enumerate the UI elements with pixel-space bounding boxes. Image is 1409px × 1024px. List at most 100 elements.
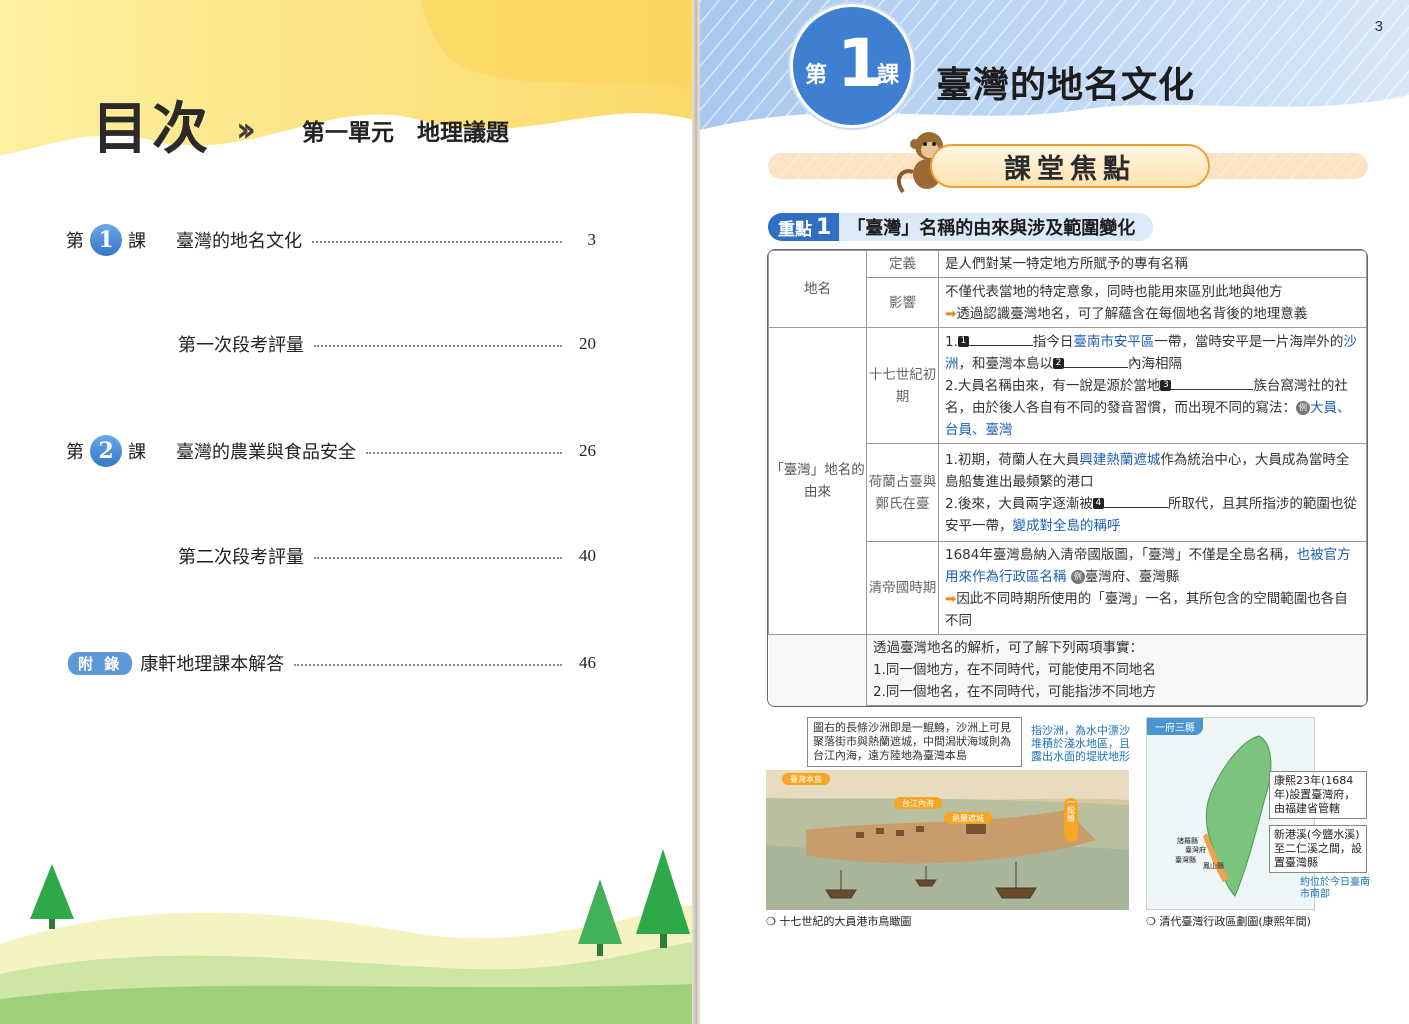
toc-item-exam-2[interactable]: 第二次段考評量 40 (178, 538, 596, 574)
example-icon: 例 (1296, 400, 1310, 415)
lesson-badge: 第 1 課 (790, 4, 914, 128)
toc-page-number: 20 (579, 334, 596, 353)
text-fragment: 內海相隔 (1128, 355, 1182, 372)
category-origin: 「臺灣」地名的由來 (768, 327, 867, 635)
fill-blank[interactable] (1064, 354, 1128, 368)
text-fragment: 2.後來，大員兩字逐漸被 (945, 495, 1093, 512)
qing-line-1: 1684年臺灣島納入清帝國版圖，「臺灣」不僅是全島名稱，也被官方用來作為行政區名… (945, 544, 1360, 588)
toc-page-number: 40 (579, 546, 596, 565)
label-zeelandia: 熱蘭遮城 (952, 813, 984, 823)
right-page: 3 第 1 課 臺灣的地名文化 課堂焦點 重點 1 「臺灣」名稱的由來與涉及範圍… (700, 0, 1409, 1024)
sub-dutch-zheng: 荷蘭占臺與鄭氏在臺 (866, 443, 939, 542)
category-placename: 地名 (768, 250, 867, 328)
lesson-number-badge: 2 (90, 435, 122, 467)
influence-text: 不僅代表當地的特定意象，同時也能用來區別此地與他方 ➡透過認識臺灣地名，可了解蘊… (938, 277, 1367, 328)
blank-marker-icon: 1 (957, 336, 969, 347)
figure1-caption-text: 十七世紀的大員港市鳥瞰圖 (779, 915, 912, 928)
toc-item-title: 臺灣的地名文化 (176, 231, 302, 252)
definition-content: 是人們對某一特定地方所賦予的專有名稱 (945, 256, 1188, 272)
influence-line-2: ➡透過認識臺灣地名，可了解蘊含在每個地名背後的地理意義 (945, 303, 1360, 325)
sub-qing: 清帝國時期 (866, 541, 939, 635)
blank-marker-icon: 2 (1053, 358, 1064, 369)
label-taiwan-prefecture: 臺灣府 (1185, 845, 1206, 854)
text-fragment: 2.大員名稱由來，有一說是源於當地 (945, 377, 1161, 394)
toc-item-lesson-2[interactable]: 第 2 課 臺灣的農業與食品安全 26 (66, 433, 596, 469)
fill-blank[interactable] (1103, 494, 1168, 508)
dutch-text: 1.初期，荷蘭人在大員興建熱蘭遮城作為統治中心，大員成為當時全島船隻進出最頻繁的… (938, 443, 1367, 542)
arrow-icon: ➡ (945, 591, 957, 607)
highlight-text: 臺南市安平區 (1073, 333, 1155, 350)
lesson-badge-prefix: 第 (805, 63, 828, 88)
map-note-1: 康熙23年(1684年)設置臺灣府，由福建省管轄 (1269, 771, 1367, 819)
lesson-number-badge: 1 (90, 224, 122, 256)
text-fragment: 因此不同時期所使用的「臺灣」一名，其所包含的空間範圍也各自不同 (945, 591, 1348, 629)
tree-icon (30, 864, 74, 929)
dot-leader (314, 345, 562, 347)
page-number: 3 (1374, 18, 1383, 35)
toc-page-number: 26 (579, 441, 596, 460)
fill-blank[interactable] (1171, 376, 1254, 390)
label-sandbar: 一鯤鯓 (1067, 798, 1076, 823)
dutch-line-2: 2.後來，大員兩字逐漸被 4 所取代，且其所指涉的範圍也從安平一帶，變成對全島的稱呼 (945, 493, 1360, 537)
text-fragment: 臺灣府、臺灣縣 (1084, 569, 1180, 585)
label-zhuluo: 諸羅縣 (1177, 836, 1198, 845)
arrow-icon: ➡ (945, 305, 957, 322)
focus-title: 課堂焦點 (930, 144, 1210, 188)
label-taijiang: 台江內海 (902, 798, 934, 808)
lesson-suffix: 課 (128, 442, 146, 463)
sub-17th-century: 十七世紀初期 (866, 327, 939, 444)
toc-page-number: 46 (579, 653, 596, 672)
figure2-caption-text: 清代臺灣行政區劃圖(康熙年間) (1159, 915, 1311, 928)
definition-text: 是人們對某一特定地方所賦予的專有名稱 (938, 250, 1367, 278)
summary-line-2: 1.同一個地方，在不同時代，可能使用不同地名 (873, 662, 1156, 678)
text-fragment: ，和臺灣本島以 (958, 355, 1054, 372)
map-note-2: 新港溪(今鹽水溪)至二仁溪之間，設置臺灣縣 (1269, 825, 1367, 873)
lesson-tag: 第 2 課 (66, 435, 146, 467)
toc-item-lesson-1[interactable]: 第 1 課 臺灣的地名文化 3 (66, 222, 596, 258)
summary-line-3: 2.同一個地名，在不同時代，可能指涉不同地方 (873, 684, 1156, 700)
toc-item-exam-1[interactable]: 第一次段考評量 20 (178, 326, 596, 362)
lesson-badge-suffix: 課 (876, 63, 899, 88)
example-icon: 例 (1070, 570, 1085, 584)
map-note-3: 約位於今日臺南市南部 (1300, 877, 1370, 900)
lesson-prefix: 第 (66, 231, 84, 252)
highlight-text: 興建熱蘭遮城 (1079, 451, 1161, 468)
summary-line-1: 透過臺灣地名的解析，可了解下列兩項事實： (873, 640, 1143, 656)
label-main-island: 臺灣本島 (790, 774, 822, 784)
toc-item-appendix[interactable]: 附 錄 康軒地理課本解答 46 (68, 645, 596, 681)
figure1-callout: 圖右的長條沙洲即是一鯤鯓，沙洲上可見聚落街市與熱蘭遮城，中間潟狀海域則為台江內海… (807, 717, 1022, 767)
map-tag: 一府三縣 (1147, 718, 1203, 735)
blank-marker-icon: 3 (1160, 380, 1172, 391)
influence-line-2-text: 透過認識臺灣地名，可了解蘊含在每個地名背後的地理意義 (956, 305, 1308, 322)
label-taiwan-county: 臺灣縣 (1175, 855, 1196, 864)
toc-page-number: 3 (587, 230, 597, 249)
dot-leader (312, 241, 562, 243)
appendix-tag: 附 錄 (68, 651, 133, 675)
toc-item-title: 第一次段考評量 (178, 335, 304, 356)
lesson-suffix: 課 (128, 231, 146, 252)
label-fengshan: 鳳山縣 (1203, 861, 1224, 870)
text-fragment: 1.初期，荷蘭人在大員 (945, 451, 1080, 468)
caption-icon: ❍ (766, 915, 780, 928)
17th-century-text: 1. 1 指今日臺南市安平區一帶，當時安平是一片海岸外的沙洲，和臺灣本島以 2 內海相隔… (938, 327, 1367, 444)
key-point-badge: 重點 1 (768, 213, 840, 241)
double-chevron-icon: ›› (236, 110, 256, 150)
17c-line-2: 2.大員名稱由來，有一說是源於當地 3 族台窩灣社的社名，由於後人各自有不同的發音習… (945, 375, 1360, 441)
sub-definition: 定義 (866, 250, 939, 278)
figure2-caption: ❍ 清代臺灣行政區劃圖(康熙年間) (1146, 913, 1311, 929)
toc-title: 目次 (92, 97, 212, 162)
caption-icon: ❍ (1146, 915, 1160, 928)
blank-marker-icon: 4 (1092, 498, 1104, 509)
dot-leader (294, 664, 562, 666)
17c-line-1: 1. 1 指今日臺南市安平區一帶，當時安平是一片海岸外的沙洲，和臺灣本島以 2 內海相隔 (945, 331, 1360, 375)
fill-blank[interactable] (968, 332, 1033, 346)
key-point-number: 1 (816, 214, 832, 240)
qing-line-2: ➡因此不同時期所使用的「臺灣」一名，其所包含的空間範圍也各自不同 (945, 588, 1360, 632)
lesson-tag: 第 1 課 (66, 224, 146, 256)
toc-item-title: 第二次段考評量 (178, 547, 304, 568)
unit-title: 第一單元 地理議題 (302, 120, 509, 146)
lesson-prefix: 第 (66, 442, 84, 463)
dot-leader (366, 452, 562, 454)
key-point-heading: 重點 1 「臺灣」名稱的由來與涉及範圍變化 (768, 213, 1154, 241)
qing-text: 1684年臺灣島納入清帝國版圖，「臺灣」不僅是全島名稱，也被官方用來作為行政區名… (938, 541, 1367, 635)
